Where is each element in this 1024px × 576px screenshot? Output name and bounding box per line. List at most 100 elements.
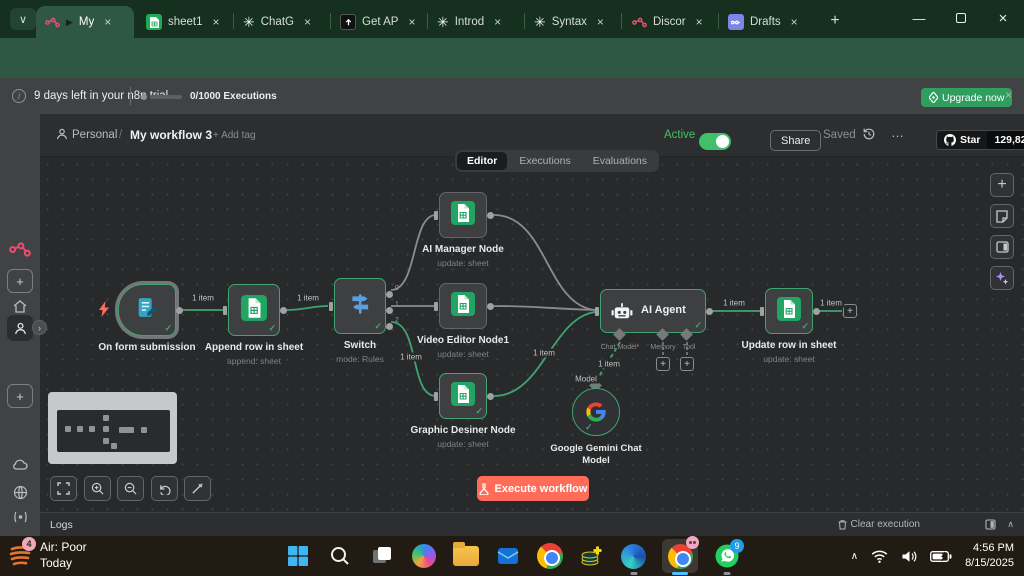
tab-editor[interactable]: Editor [457, 152, 507, 170]
output-port[interactable] [706, 308, 713, 315]
output-port[interactable] [487, 393, 494, 400]
tab-my-workflow[interactable]: ▶ My × [36, 6, 134, 38]
tab-evaluations[interactable]: Evaluations [583, 152, 657, 170]
output-port[interactable] [813, 308, 820, 315]
node-update-row-in-sheet[interactable]: ✓ Update row in sheet update: sheet [765, 288, 813, 334]
output-port-2[interactable] [386, 323, 393, 330]
close-tab-icon[interactable]: × [791, 15, 798, 29]
tab-executions[interactable]: Executions [509, 152, 580, 170]
volume-icon[interactable] [901, 550, 917, 563]
add-memory-button[interactable]: + [656, 357, 670, 371]
output-port[interactable] [280, 307, 287, 314]
node-switch[interactable]: ✓ Switch mode: Rules [334, 278, 386, 334]
close-tab-icon[interactable]: × [213, 15, 220, 29]
whatsapp-button[interactable]: 9 [713, 543, 740, 570]
active-toggle[interactable] [699, 133, 731, 150]
wifi-icon[interactable] [871, 550, 888, 563]
variables-icon[interactable] [0, 511, 40, 523]
close-tab-icon[interactable]: × [597, 15, 604, 29]
tab-get-app[interactable]: Get AP × [332, 6, 424, 38]
share-button[interactable]: Share [770, 130, 821, 151]
workflow-canvas[interactable]: 1 item 1 item 1 item 1 item 1 item 1 ite… [40, 157, 1024, 512]
tray-expand-icon[interactable]: ∧ [851, 551, 858, 562]
node-on-form-submission[interactable]: ✓ On form submission [118, 284, 176, 336]
upgrade-now-button[interactable]: Upgrade now [921, 88, 1012, 107]
add-tool-button[interactable]: + [680, 357, 694, 371]
add-item-button[interactable]: + [7, 384, 33, 408]
sidebar-item-personal[interactable] [7, 315, 33, 341]
tab-drafts[interactable]: Drafts × [720, 6, 812, 38]
file-explorer-button[interactable] [452, 543, 479, 570]
cloud-admin-icon[interactable] [0, 459, 40, 470]
add-node-button[interactable]: + [990, 173, 1014, 197]
add-workflow-button[interactable]: + [7, 269, 33, 293]
node-ai-manager[interactable]: AI Manager Node update: sheet [439, 192, 487, 238]
output-port[interactable] [487, 212, 494, 219]
canvas-minimap[interactable] [48, 392, 177, 464]
edge-button[interactable] [620, 543, 647, 570]
copilot-button[interactable] [410, 543, 437, 570]
close-window-button[interactable]: × [982, 0, 1024, 36]
task-view-button[interactable] [368, 543, 395, 570]
execute-workflow-button[interactable]: Execute workflow [477, 476, 589, 501]
toggle-knob [716, 135, 729, 148]
node-google-gemini-chat-model[interactable]: ✓ [572, 388, 620, 436]
start-button[interactable] [284, 543, 311, 570]
node-append-row-in-sheet[interactable]: ✓ Append row in sheet append: sheet [228, 284, 280, 336]
node-graphic-designer[interactable]: ✓ Graphic Desiner Node update: sheet [439, 373, 487, 419]
tidy-up-button[interactable] [184, 476, 211, 501]
edge-label: 1 item [818, 299, 844, 308]
clear-execution-button[interactable]: Clear execution [838, 519, 920, 530]
close-tab-icon[interactable]: × [408, 15, 415, 29]
workflow-title[interactable]: My workflow 3 [130, 128, 212, 142]
search-button[interactable] [326, 543, 353, 570]
close-tab-icon[interactable]: × [696, 15, 703, 29]
github-star-widget[interactable]: Star 129,823 [936, 130, 1024, 150]
logs-panel-header[interactable]: Logs Clear execution ∧ [40, 512, 1024, 536]
maximize-button[interactable] [940, 0, 982, 36]
tab-syntax[interactable]: ✳ Syntax × [526, 6, 618, 38]
output-port-1[interactable] [386, 307, 393, 314]
outlook-button[interactable] [494, 543, 521, 570]
add-sticky-note-button[interactable] [990, 204, 1014, 228]
chrome-active-button[interactable] [662, 539, 698, 573]
tab-search-button[interactable]: ∨ [10, 8, 36, 30]
dismiss-banner-icon[interactable]: × [1005, 88, 1012, 102]
clock[interactable]: 4:56 PM 8/15/2025 [965, 541, 1014, 571]
tab-chatgpt[interactable]: ✳ ChatG × [235, 6, 327, 38]
battery-icon[interactable] [930, 551, 952, 562]
zoom-in-button[interactable] [84, 476, 111, 501]
close-tab-icon[interactable]: × [494, 15, 501, 29]
close-tab-icon[interactable]: × [304, 15, 311, 29]
tab-sheet1[interactable]: sheet1 × [138, 6, 230, 38]
weather-widget[interactable]: Air: PoorToday [8, 540, 87, 571]
switch-output-label: 2 [395, 317, 399, 324]
output-port[interactable] [176, 307, 183, 314]
expand-logs-icon[interactable]: ∧ [1007, 519, 1014, 530]
money-app-button[interactable] [578, 543, 605, 570]
zoom-out-button[interactable] [117, 476, 144, 501]
add-next-node-button[interactable]: + [843, 304, 857, 318]
close-tab-icon[interactable]: × [104, 15, 111, 29]
tab-intro[interactable]: ✳ Introd × [429, 6, 521, 38]
history-icon[interactable] [862, 127, 876, 141]
breadcrumb-project[interactable]: Personal [72, 129, 117, 141]
toggle-panel-button[interactable] [990, 235, 1014, 259]
open-logs-panel-icon[interactable] [985, 519, 996, 530]
fit-view-button[interactable] [50, 476, 77, 501]
add-tag-button[interactable]: + Add tag [213, 130, 256, 141]
tab-discord[interactable]: Discor × [623, 6, 715, 38]
ai-assistant-button[interactable] [990, 266, 1014, 290]
node-video-editor[interactable]: Video Editor Node1 update: sheet [439, 283, 487, 329]
templates-icon[interactable] [0, 485, 40, 500]
output-port-0[interactable] [386, 291, 393, 298]
workflow-menu-icon[interactable]: … [891, 125, 904, 140]
output-port[interactable] [487, 303, 494, 310]
new-tab-button[interactable]: + [823, 10, 847, 32]
undo-button[interactable] [151, 476, 178, 501]
sidebar-expand-handle[interactable]: › [32, 320, 47, 335]
node-ai-agent[interactable]: AI Agent ✓ [600, 289, 706, 333]
minimize-button[interactable]: — [898, 0, 940, 36]
home-icon[interactable] [0, 300, 40, 313]
chrome-button[interactable] [536, 543, 563, 570]
